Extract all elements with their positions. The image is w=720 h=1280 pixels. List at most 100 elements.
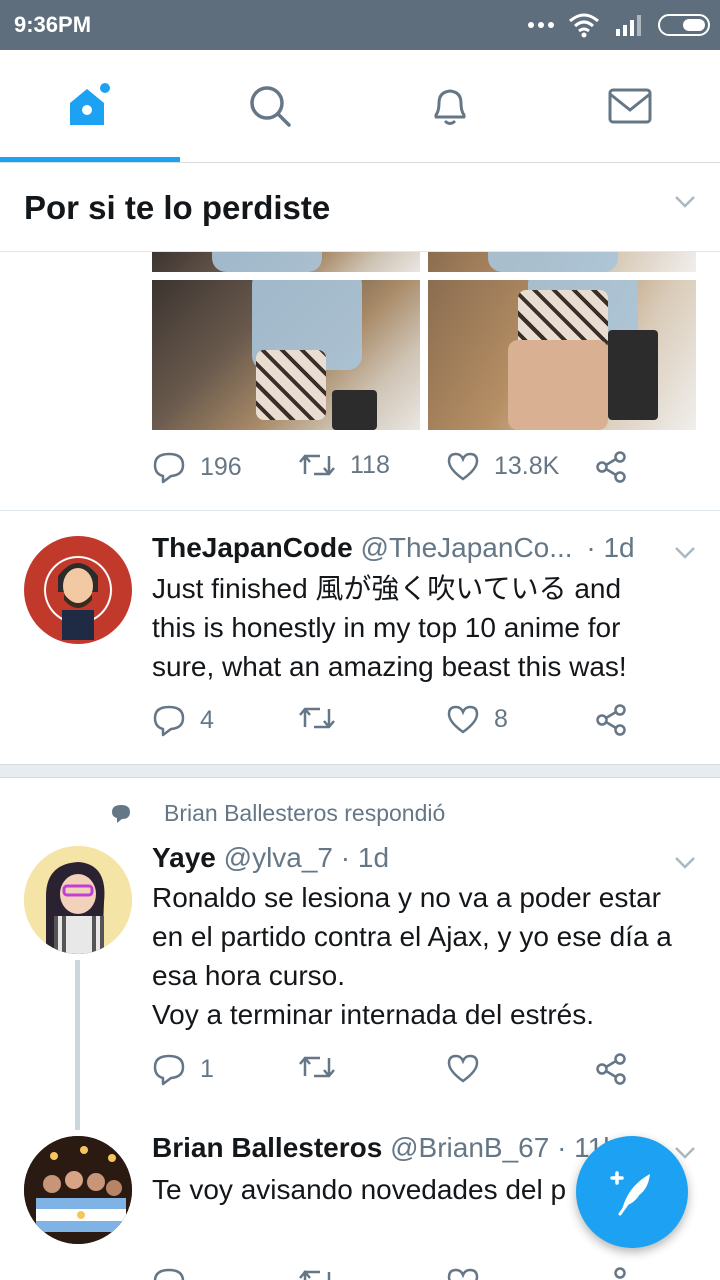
tab-messages[interactable] [540, 50, 720, 162]
section-header: Por si te lo perdiste [0, 163, 720, 252]
author-name[interactable]: Yaye [152, 842, 216, 873]
reply-icon [153, 452, 185, 484]
section-gap [0, 764, 720, 778]
social-context[interactable]: Brian Ballesteros respondió [110, 800, 445, 827]
status-icons [528, 10, 710, 40]
tweet-header: Yaye @ylva_7 · 1d [152, 842, 389, 874]
retweet-action[interactable]: 118 [298, 450, 390, 480]
reply-count: 4 [200, 705, 214, 734]
author-handle[interactable]: @ylva_7 [224, 842, 333, 873]
tweet-header: Brian Ballesteros @BrianB_67 · 11h [152, 1132, 619, 1164]
avatar-yaye[interactable] [24, 846, 132, 954]
more-dots-icon [528, 22, 554, 28]
tweet-actions [152, 1266, 652, 1280]
tweet-text-line: Ronaldo se lesiona y no va a poder estar [152, 882, 661, 913]
battery-icon [658, 14, 710, 36]
share-icon[interactable] [594, 1266, 628, 1280]
avatar-thejapancode[interactable] [24, 536, 132, 644]
heart-icon [447, 1054, 479, 1083]
heart-icon [447, 705, 479, 734]
reply-count: 1 [200, 1054, 214, 1083]
tweet-actions: 4 8 [152, 703, 652, 743]
like-action[interactable]: 13.8K [446, 450, 559, 482]
tweet-text-line: Voy a terminar internada del estrés. [152, 999, 595, 1030]
retweet-action[interactable] [298, 703, 336, 733]
avatar-photo-icon [24, 1136, 132, 1244]
share-action[interactable] [594, 450, 628, 484]
tweet-text: Just finished 風が強く吹いている and this is hone… [152, 569, 627, 686]
share-icon [596, 1053, 626, 1085]
tweet-actions: 196 118 13.8K [152, 450, 652, 490]
tweet-text-line: sure, what an amazing beast this was! [152, 651, 627, 682]
status-time: 9:36PM [14, 12, 92, 37]
author-name[interactable]: TheJapanCode [152, 532, 353, 563]
tweet-menu-chevron-icon[interactable] [674, 856, 696, 870]
reply-icon [153, 1054, 185, 1086]
wifi-icon [569, 13, 599, 38]
heart-icon[interactable] [446, 1266, 480, 1280]
status-bar: 9:36PM [0, 0, 720, 50]
active-tab-indicator [0, 157, 180, 162]
tweet-image-2[interactable] [428, 252, 696, 272]
tweet-image-4[interactable] [428, 280, 696, 430]
reply-icon [153, 705, 185, 737]
tweet-text-line: esa hora curso. [152, 960, 345, 991]
retweet-icon [299, 454, 335, 476]
tweet-actions: 1 [152, 1052, 652, 1092]
compose-feather-icon [610, 1171, 650, 1216]
section-title: Por si te lo perdiste [24, 189, 331, 226]
bell-icon [434, 89, 466, 125]
like-action[interactable] [446, 1052, 480, 1084]
chevron-down-icon[interactable] [674, 195, 696, 209]
tweet-text-line: this is honestly in my top 10 anime for [152, 612, 621, 643]
share-action[interactable] [594, 1052, 628, 1086]
share-icon [596, 704, 626, 736]
avatar-illustration-icon [24, 846, 132, 954]
heart-icon [447, 452, 479, 481]
avatar-brian-ballesteros[interactable] [24, 1136, 132, 1244]
signal-icon [616, 15, 641, 36]
retweet-icon [299, 707, 335, 729]
tweet-menu-chevron-icon[interactable] [674, 546, 696, 560]
reply-action[interactable]: 4 [152, 703, 214, 737]
tweet-menu-chevron-icon[interactable] [674, 1146, 696, 1160]
tweet-text: Te voy avisando novedades del p [152, 1174, 567, 1205]
avatar-illustration-icon [46, 558, 110, 640]
home-icon [70, 83, 110, 125]
tab-notifications[interactable] [360, 50, 540, 162]
mail-icon [608, 88, 652, 124]
tweet-time: · 1d [340, 842, 390, 873]
share-icon [596, 451, 626, 483]
like-count: 13.8K [494, 451, 560, 480]
tweet-text: Ronaldo se lesiona y no va a poder estar… [152, 878, 672, 1034]
reply-action[interactable]: 196 [152, 450, 242, 484]
tab-home[interactable] [0, 50, 180, 162]
reply-action[interactable]: 1 [152, 1052, 214, 1086]
tweet-image-1[interactable] [152, 252, 420, 272]
thread-line [75, 960, 80, 1130]
tab-bar [0, 50, 720, 163]
retweet-icon [299, 1056, 335, 1078]
author-handle[interactable]: @TheJapanCo... [360, 532, 572, 563]
tweet-text-line: Just finished 風が強く吹いている and [152, 573, 622, 604]
retweet-icon[interactable] [298, 1266, 336, 1280]
social-context-text: Brian Ballesteros respondió [164, 800, 446, 826]
search-icon [250, 86, 291, 127]
tab-search[interactable] [180, 50, 360, 162]
author-name[interactable]: Brian Ballesteros [152, 1132, 382, 1163]
author-handle[interactable]: @BrianB_67 [390, 1132, 549, 1163]
tweet-header: TheJapanCode @TheJapanCo... · 1d [152, 532, 635, 564]
share-action[interactable] [594, 703, 628, 737]
tweet-time: · 1d [586, 532, 635, 563]
reply-bubble-icon [112, 804, 130, 823]
reply-count: 196 [200, 452, 242, 481]
reply-icon[interactable] [152, 1266, 186, 1280]
compose-tweet-button[interactable] [576, 1136, 688, 1248]
retweet-count: 118 [350, 450, 390, 479]
tweet-text-line: en el partido contra el Ajax, y yo ese d… [152, 921, 672, 952]
retweet-action[interactable] [298, 1052, 336, 1082]
tweet-divider [0, 510, 720, 511]
like-count: 8 [494, 704, 508, 733]
tweet-image-3[interactable] [152, 280, 420, 430]
like-action[interactable]: 8 [446, 703, 508, 735]
